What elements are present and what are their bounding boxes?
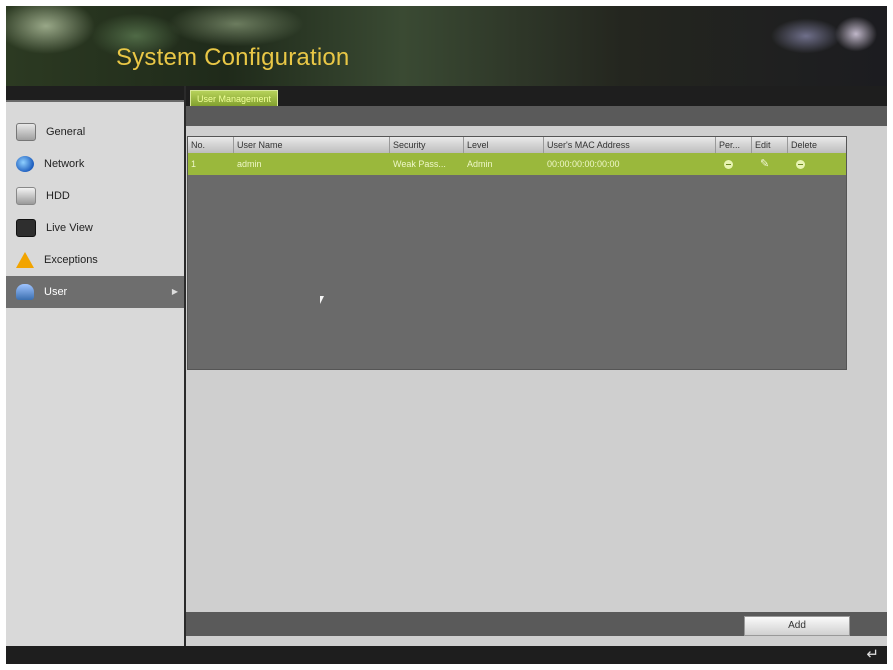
sidebar: General Network HDD Live View Exceptions… <box>6 86 184 646</box>
sidebar-item-label: Exceptions <box>44 254 98 266</box>
action-bar: Add <box>186 612 887 636</box>
warning-icon <box>16 252 34 268</box>
cell-delete <box>788 153 846 175</box>
column-header-permission[interactable]: Per... <box>716 137 752 153</box>
sidebar-item-network[interactable]: Network <box>6 148 184 180</box>
edit-pencil-icon[interactable]: ✎ <box>760 153 769 175</box>
add-button[interactable]: Add <box>744 616 850 636</box>
column-header-level[interactable]: Level <box>464 137 544 153</box>
cell-permission <box>716 153 752 175</box>
cell-level: Admin <box>467 159 493 169</box>
chevron-right-icon: ▶ <box>171 287 178 296</box>
column-header-security[interactable]: Security <box>390 137 464 153</box>
cell-edit: ✎ <box>752 153 788 175</box>
sidebar-item-user[interactable]: User ▶ <box>6 276 184 308</box>
tab-content-header <box>186 106 887 126</box>
mouse-cursor <box>320 296 324 304</box>
column-header-no[interactable]: No. <box>188 137 234 153</box>
user-table: No. User Name Security Level User's MAC … <box>187 136 847 370</box>
sidebar-item-hdd[interactable]: HDD <box>6 180 184 212</box>
sidebar-item-exceptions[interactable]: Exceptions <box>6 244 184 276</box>
sidebar-item-label: Network <box>44 158 85 170</box>
network-globe-icon <box>16 156 34 172</box>
cell-no: 1 <box>191 159 197 169</box>
sidebar-item-label: Live View <box>46 222 93 234</box>
monitor-icon <box>16 219 36 237</box>
status-bar: ↵ <box>6 646 887 664</box>
column-header-user-name[interactable]: User Name <box>234 137 390 153</box>
tab-bar: User Management <box>186 86 887 107</box>
sidebar-item-live-view[interactable]: Live View <box>6 212 184 244</box>
permission-icon[interactable] <box>724 159 733 169</box>
delete-icon[interactable] <box>796 159 805 169</box>
tab-user-management[interactable]: User Management <box>190 90 279 107</box>
back-return-icon[interactable]: ↵ <box>866 646 879 664</box>
sidebar-item-label: General <box>46 126 86 138</box>
column-header-delete[interactable]: Delete <box>788 137 846 153</box>
sidebar-header-bar <box>6 86 184 102</box>
app-window: System Configuration General Network HDD… <box>6 6 887 664</box>
gear-icon <box>16 123 36 141</box>
sidebar-item-general[interactable]: General <box>6 116 184 148</box>
users-icon <box>16 284 34 300</box>
column-header-mac[interactable]: User's MAC Address <box>544 137 716 153</box>
table-row[interactable]: 1 admin Weak Pass... Admin 00:00:00:00:0… <box>188 153 846 175</box>
cell-security: Weak Pass... <box>393 159 446 169</box>
sidebar-menu: General Network HDD Live View Exceptions… <box>6 116 184 308</box>
cell-user-name: admin <box>237 159 262 169</box>
sidebar-item-label: HDD <box>46 190 70 202</box>
page-title: System Configuration <box>116 44 350 71</box>
table-header: No. User Name Security Level User's MAC … <box>188 137 846 153</box>
cell-mac: 00:00:00:00:00:00 <box>547 159 620 169</box>
main-panel: User Management No. User Name Security L… <box>186 86 887 646</box>
hdd-icon <box>16 187 36 205</box>
header-banner: System Configuration <box>6 6 887 86</box>
sidebar-item-label: User <box>44 286 68 298</box>
column-header-edit[interactable]: Edit <box>752 137 788 153</box>
